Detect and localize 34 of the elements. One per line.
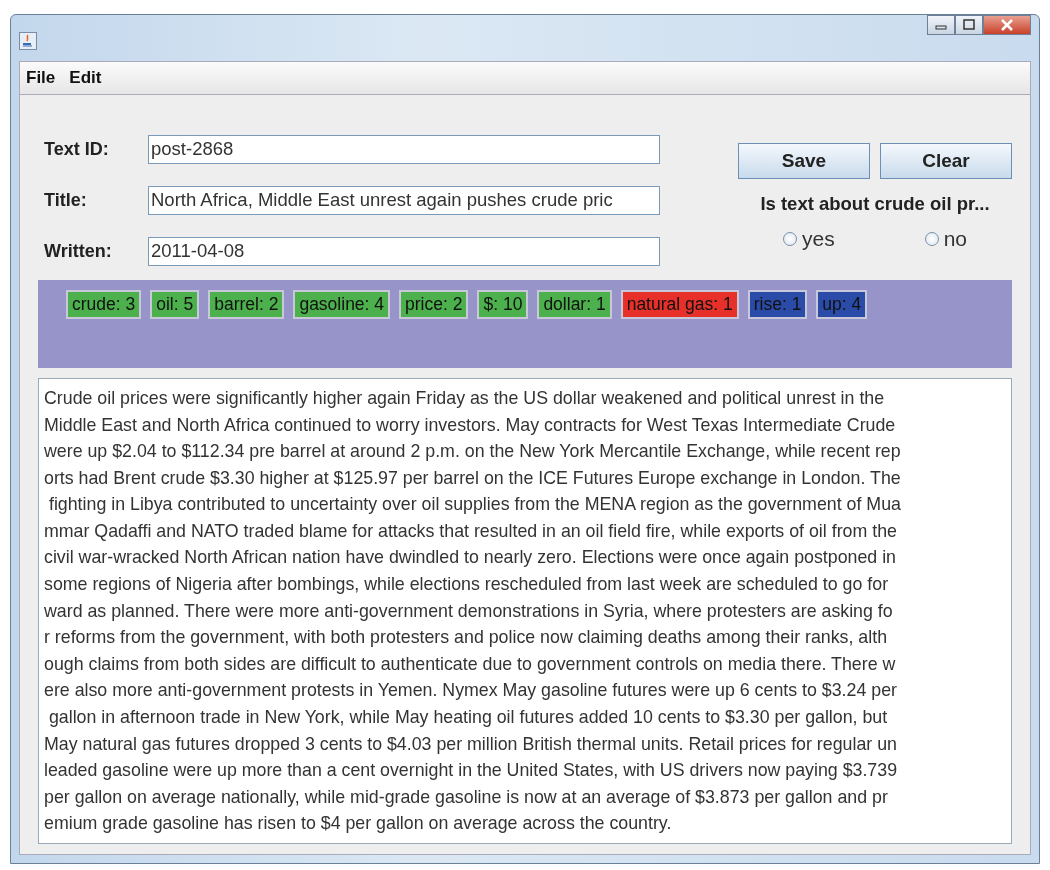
keyword-tag: gasoline: 4	[293, 289, 391, 319]
keyword-tag: natural gas: 1	[620, 289, 739, 319]
keyword-tag: rise: 1	[747, 289, 808, 319]
text-field[interactable]: post-2868	[148, 134, 660, 164]
maximize-button[interactable]	[955, 15, 983, 35]
menu-item[interactable]: File	[26, 67, 56, 88]
keyword-tag: dollar: 1	[537, 289, 612, 319]
radio-button[interactable]	[924, 231, 939, 246]
radio-option[interactable]: yes	[783, 226, 835, 251]
field-label: Text ID:	[44, 138, 110, 160]
radio-button[interactable]	[783, 231, 797, 246]
maximize-icon	[962, 19, 976, 31]
keyword-tag: up: 4	[816, 289, 868, 319]
close-button[interactable]	[983, 15, 1031, 35]
field-label: Title:	[44, 189, 88, 211]
radio-option[interactable]: no	[924, 226, 967, 251]
keyword-tag: $: 10	[477, 289, 529, 319]
field-label: Written:	[44, 240, 113, 262]
text-field[interactable]: North Africa, Middle East unrest again pushes crude pric	[148, 185, 660, 215]
article-text[interactable]: Crude oil prices were significantly higher again Friday as the US dollar weakened and political unrest in the Middle East and North Africa continued to worry investors. May contracts for West Texas Intermediate Crude were up $2.04 to $112.34 pre barrel at around 2 p.m. on the New York Mercantile Exchange, while recent rep orts had Brent crude $3.30 higher at $125.97 per barrel on the ICE Futures Europe exchange in London. The fighting in Libya contributed to uncertainty over oil supplies from the MENA region as the government of Mua mmar Qadaffi and NATO traded blame for attacks that resulted in an oil field fire, while exports of oil from the civil war-wracked North African nation have dwindled to nearly zero. Elections were once again postponed in some regions of Nigeria after bombings, while elections rescheduled from last week are scheduled to go for ward as planned. There were more anti-government demonstrations in Syria, where protesters are asking fo r reforms from the government, with both protesters and police now claiming deaths among their ranks, alth ough claims from both sides are difficult to authenticate due to government controls on media there. There w ere also more anti-government protests in Yemen. Nymex May gasoline futures were up 6 cents to $3.24 per gallon in afternoon trade in New York, while May heating oil futures added 10 cents to $3.30 per gallon, but May natural gas futures dropped 3 cents to $4.03 per million British thermal units. Retail prices for regular un leaded gasoline were up more than a cent overnight in the United States, with US drivers now paying $3.739 per gallon on average nationally, while mid-grade gasoline is now at an average of $3.873 per gallon and pr emium grade gasoline has risen to $4 per gallon on average across the country.	[38, 377, 1012, 844]
text-field[interactable]: 2011-04-08	[148, 236, 660, 266]
radio-label: yes	[802, 226, 835, 251]
keyword-tag: price: 2	[399, 289, 469, 319]
action-button[interactable]: Save	[738, 142, 870, 179]
close-icon	[999, 19, 1015, 31]
keyword-tag: crude: 3	[66, 289, 142, 319]
minimize-button[interactable]	[927, 15, 955, 35]
radio-label: no	[943, 226, 967, 251]
keyword-tag: oil: 5	[150, 289, 200, 319]
action-button[interactable]: Clear	[880, 142, 1012, 179]
question-label: Is text about crude oil pr...	[760, 192, 990, 215]
keyword-tag: barrel: 2	[208, 289, 285, 319]
cup-icon	[19, 31, 37, 50]
menu-item[interactable]: Edit	[69, 67, 102, 88]
